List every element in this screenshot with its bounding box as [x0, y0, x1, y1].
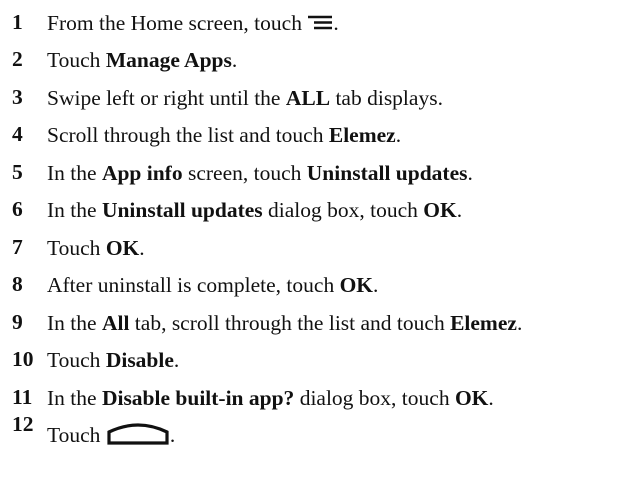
home-icon — [106, 419, 170, 447]
step-text-run: Swipe left or right until the — [47, 86, 286, 110]
step-item: 10 Touch Disable. — [0, 343, 639, 381]
step-text: After uninstall is complete, touch OK. — [47, 273, 378, 297]
step-text: Touch OK. — [47, 236, 145, 260]
step-text-run: Touch — [47, 236, 106, 260]
step-text: Touch Manage Apps. — [47, 48, 237, 72]
ui-term: Elemez — [328, 123, 396, 147]
step-number: 10 — [12, 347, 34, 371]
step-text: Touch Disable. — [47, 348, 179, 372]
step-item: 9 In the All tab, scroll through the list… — [0, 306, 639, 344]
ui-term: All — [101, 311, 130, 335]
step-text-run: . — [333, 11, 339, 35]
step-text-run: Scroll through the list and touch — [47, 123, 329, 147]
step-number: 8 — [12, 272, 23, 296]
step-text-run: screen, touch — [182, 161, 307, 185]
step-text: In the App info screen, touch Uninstall … — [47, 161, 473, 185]
step-text-run: After uninstall is complete, touch — [47, 273, 340, 297]
step-text: In the All tab, scroll through the list … — [47, 311, 522, 335]
step-item: 4 Scroll through the list and touch Eleme… — [0, 118, 639, 156]
step-item: 1 From the Home screen, touch . — [0, 6, 639, 44]
step-number: 9 — [12, 310, 23, 334]
step-text-run: Touch — [47, 348, 106, 372]
step-number: 11 — [12, 385, 33, 409]
step-text-run: tab displays. — [330, 86, 443, 110]
step-text-run: From the Home screen, touch — [47, 11, 308, 35]
step-number: 12 — [12, 412, 34, 436]
step-text-run: . — [373, 273, 379, 297]
step-text-run: In the — [47, 161, 102, 185]
step-text-run: In the — [47, 198, 102, 222]
step-text-run: Touch — [47, 48, 106, 72]
step-number: 5 — [12, 160, 23, 184]
step-text: In the Disable built-in app? dialog box,… — [47, 386, 494, 410]
ui-term: OK — [454, 386, 489, 410]
step-number: 3 — [12, 85, 23, 109]
step-text-run: In the — [47, 311, 102, 335]
step-text-run: . — [467, 161, 473, 185]
step-item: 12 Touch . — [0, 412, 639, 452]
step-text-run: dialog box, touch — [262, 198, 424, 222]
step-item: 6 In the Uninstall updates dialog box, to… — [0, 193, 639, 231]
step-text-run: . — [488, 386, 494, 410]
step-text-run: . — [169, 423, 176, 447]
step-number: 4 — [12, 122, 23, 146]
step-number: 1 — [12, 10, 23, 34]
step-number: 2 — [12, 47, 23, 71]
ui-term: Manage Apps — [105, 48, 232, 72]
ui-term: Disable built-in app? — [101, 386, 295, 410]
step-text-run: dialog box, touch — [294, 386, 455, 410]
ui-term: Uninstall updates — [101, 198, 263, 222]
ui-term: OK — [423, 198, 457, 222]
step-number: 6 — [12, 197, 23, 221]
step-item: 3 Swipe left or right until the ALL tab d… — [0, 81, 639, 119]
ui-term: ALL — [285, 86, 331, 110]
step-text: Touch . — [47, 419, 175, 447]
ui-term: OK — [339, 273, 374, 297]
step-text: In the Uninstall updates dialog box, tou… — [47, 198, 462, 222]
step-text-run: . — [139, 236, 145, 260]
step-text: Scroll through the list and touch Elemez… — [47, 123, 401, 147]
step-text-run: . — [395, 123, 402, 147]
step-item: 7 Touch OK. — [0, 231, 639, 269]
step-text: Swipe left or right until the ALL tab di… — [47, 86, 443, 110]
step-text: From the Home screen, touch . — [47, 11, 339, 35]
step-text-run: . — [456, 198, 463, 222]
step-text-run: . — [516, 311, 523, 335]
ui-term: Elemez — [450, 311, 517, 335]
ui-term: App info — [101, 161, 183, 185]
step-number: 7 — [12, 235, 23, 259]
step-text-run: tab, scroll through the list and touch — [129, 311, 451, 335]
step-item: 2 Touch Manage Apps. — [0, 43, 639, 81]
menu-icon — [307, 11, 333, 35]
step-text-run: Touch — [47, 423, 106, 447]
step-text-run: . — [231, 48, 238, 72]
ui-term: OK — [105, 236, 140, 260]
step-text-run: In the — [47, 386, 102, 410]
step-item: 5 In the App info screen, touch Uninstall… — [0, 156, 639, 194]
ui-term: Disable — [105, 348, 174, 372]
step-text-run: . — [173, 348, 180, 372]
step-item: 8 After uninstall is complete, touch OK. — [0, 268, 639, 306]
ui-term: Uninstall updates — [306, 161, 468, 185]
